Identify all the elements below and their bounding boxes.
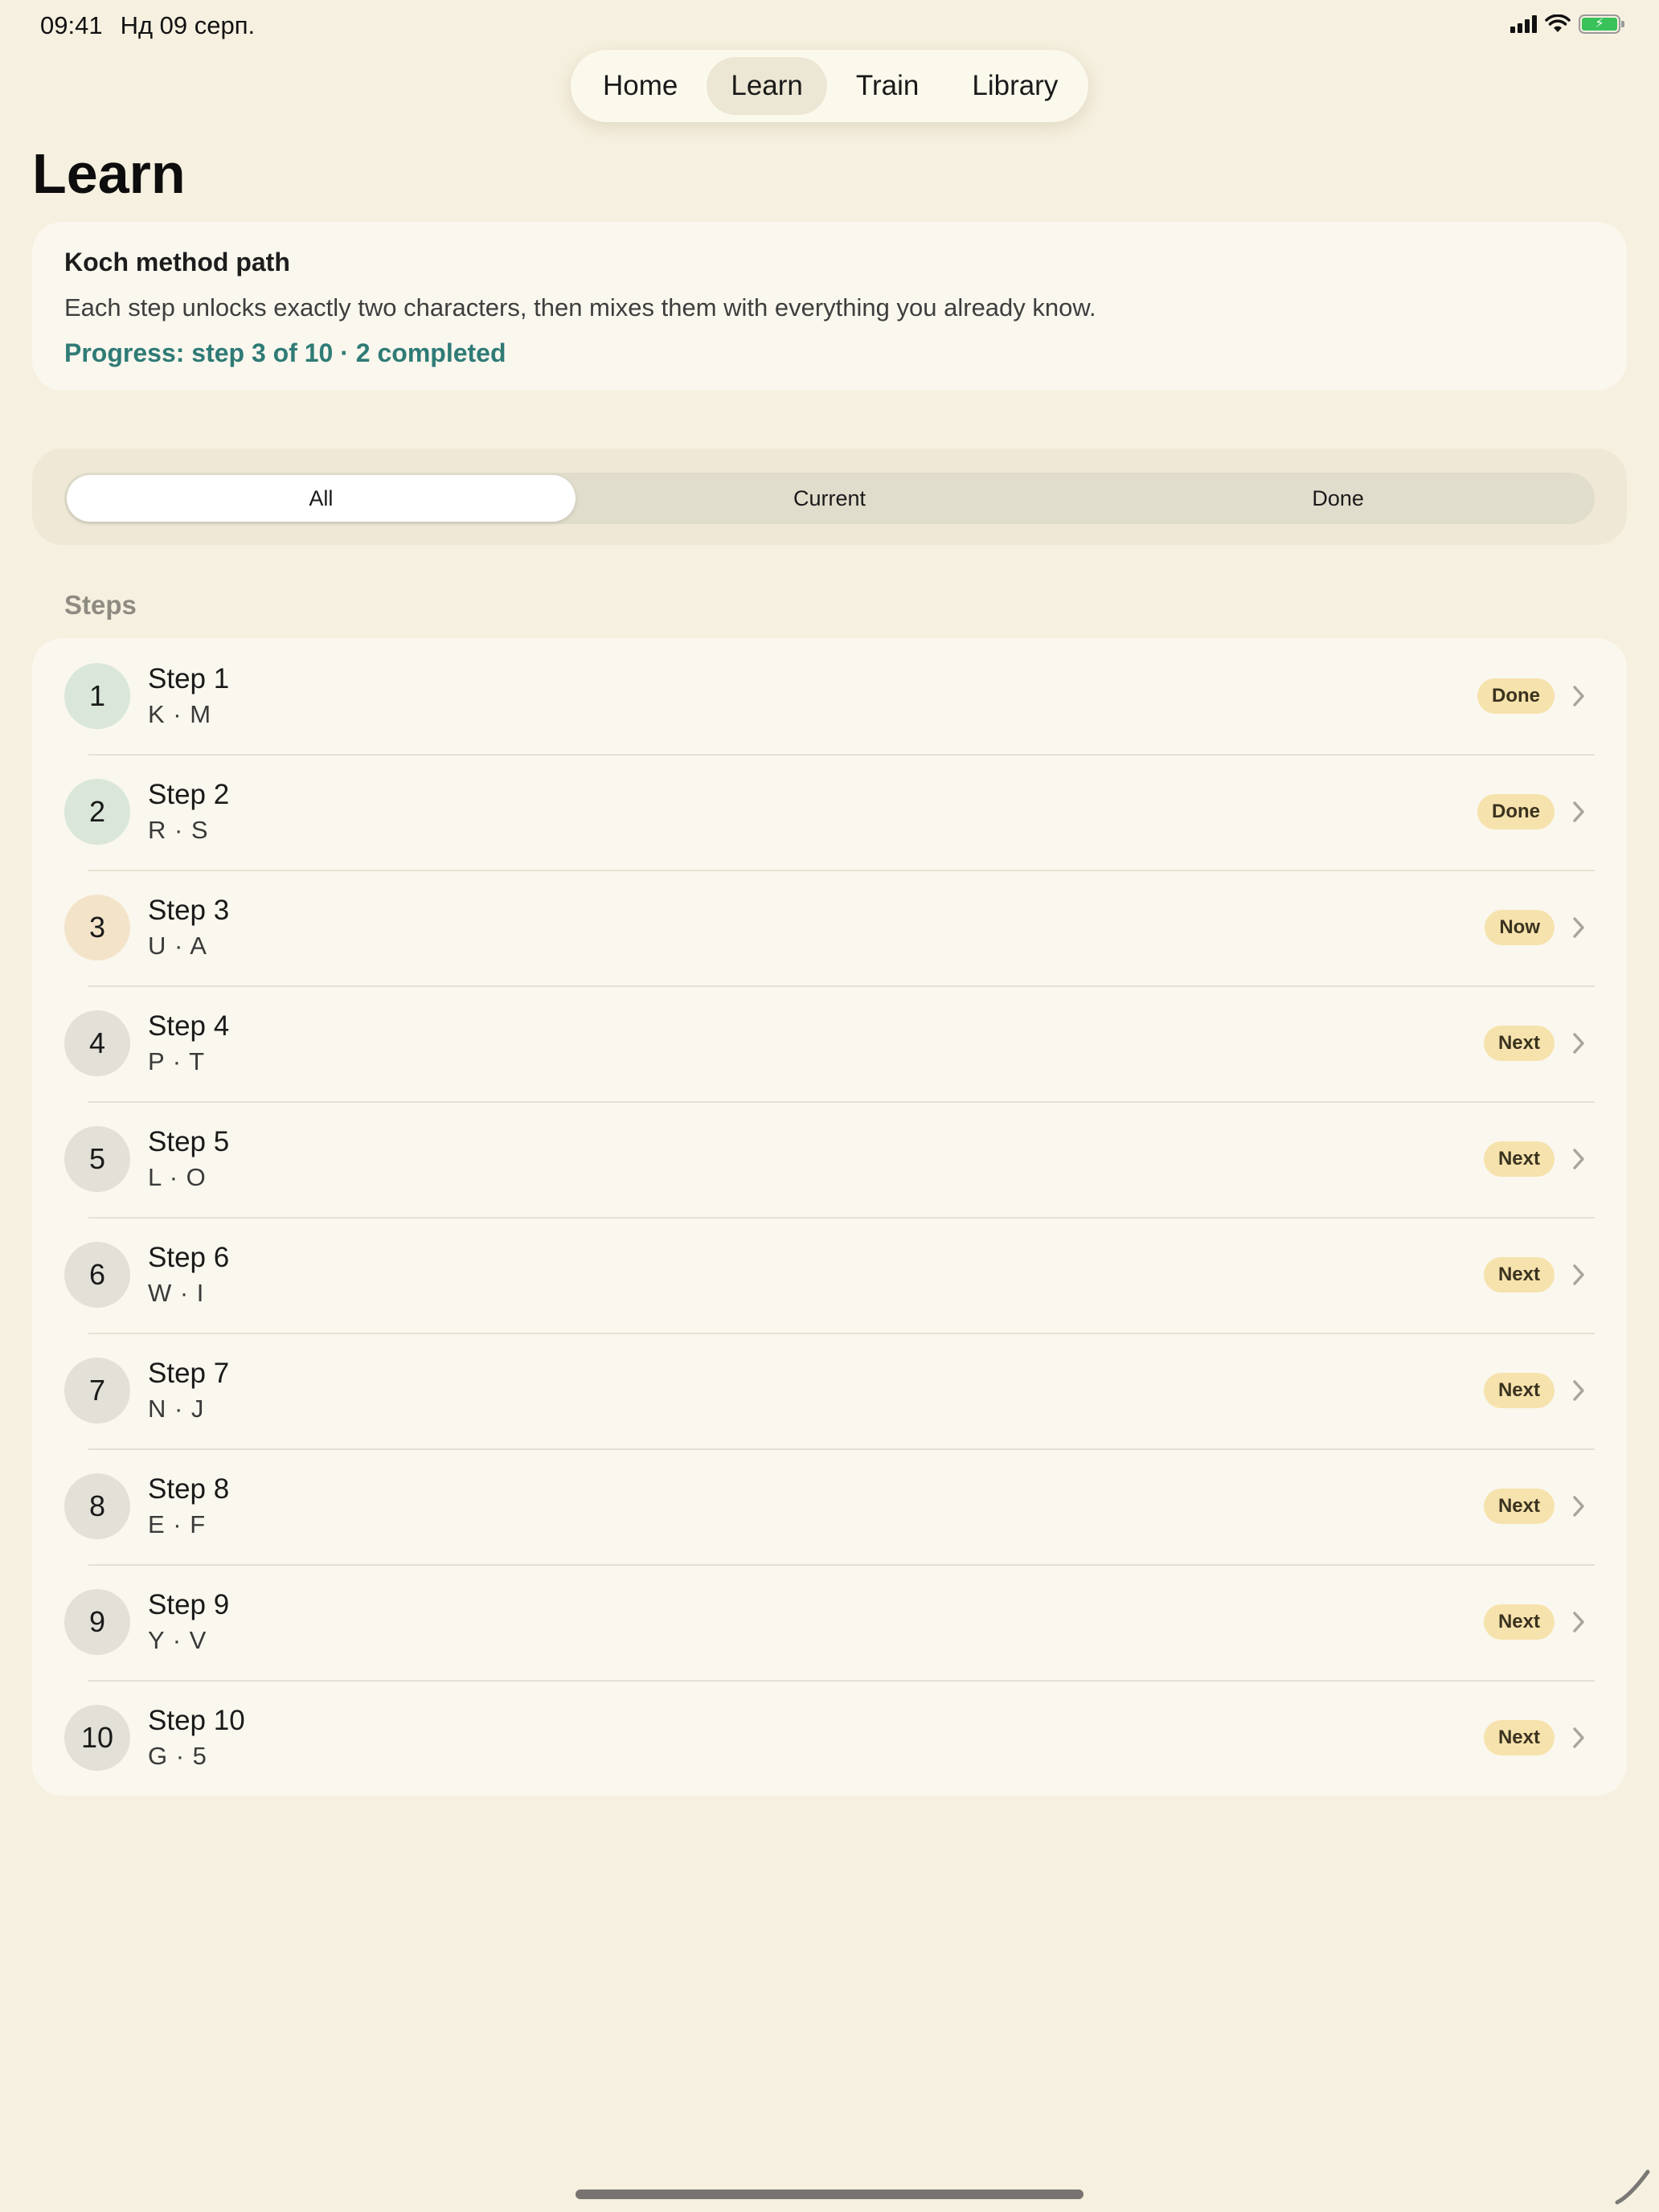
step-text: Step 9 Y · V — [148, 1589, 1484, 1655]
step-row-10[interactable]: 10 Step 10 G · 5 Next — [32, 1680, 1627, 1796]
step-characters: K · M — [148, 700, 212, 728]
chevron-right-icon — [1563, 1264, 1595, 1286]
chevron-right-icon — [1563, 1148, 1595, 1170]
step-characters: P · T — [148, 1047, 206, 1075]
step-row-3[interactable]: 3 Step 3 U · A Now — [32, 870, 1627, 985]
step-characters: L · O — [148, 1163, 207, 1191]
step-title: Step 10 — [148, 1705, 245, 1736]
filter-current[interactable]: Current — [576, 475, 1084, 522]
top-tab-bar: Home Learn Train Library — [571, 50, 1088, 122]
filter-done[interactable]: Done — [1083, 475, 1592, 522]
step-text: Step 5 L · O — [148, 1126, 1484, 1192]
step-number-badge: 6 — [64, 1242, 130, 1308]
battery-charging-icon: ⚡ — [1579, 14, 1624, 34]
step-characters: Y · V — [148, 1626, 207, 1654]
steps-list: 1 Step 1 K · M Done 2 Step 2 R · S Done … — [32, 638, 1627, 1796]
step-row-4[interactable]: 4 Step 4 P · T Next — [32, 985, 1627, 1101]
step-number-badge: 9 — [64, 1589, 130, 1655]
step-text: Step 2 R · S — [148, 779, 1477, 845]
home-indicator[interactable] — [576, 2189, 1083, 2199]
step-row-9[interactable]: 9 Step 9 Y · V Next — [32, 1564, 1627, 1680]
step-number-badge: 7 — [64, 1358, 130, 1423]
step-number-badge: 2 — [64, 779, 130, 845]
step-row-8[interactable]: 8 Step 8 E · F Next — [32, 1448, 1627, 1564]
status-date: Нд 09 серп. — [120, 11, 256, 39]
step-text: Step 8 E · F — [148, 1473, 1484, 1539]
filter-all[interactable]: All — [67, 475, 576, 522]
filter-card: All Current Done — [32, 449, 1627, 545]
step-text: Step 1 K · M — [148, 663, 1477, 729]
step-text: Step 3 U · A — [148, 895, 1485, 961]
step-number-badge: 10 — [64, 1705, 130, 1771]
status-badge: Next — [1483, 1720, 1555, 1755]
step-number-badge: 8 — [64, 1473, 130, 1539]
step-text: Step 7 N · J — [148, 1358, 1484, 1423]
pencil-corner-icon[interactable] — [1612, 2165, 1653, 2206]
step-title: Step 6 — [148, 1242, 230, 1273]
step-characters: E · F — [148, 1510, 207, 1538]
tab-library[interactable]: Library — [948, 57, 1082, 115]
chevron-right-icon — [1563, 1611, 1595, 1633]
info-description: Each step unlocks exactly two characters… — [64, 293, 1096, 322]
koch-info-card: Koch method path Each step unlocks exact… — [32, 222, 1627, 391]
step-title: Step 8 — [148, 1473, 230, 1505]
step-title: Step 9 — [148, 1589, 230, 1620]
cellular-signal-icon — [1510, 15, 1537, 33]
step-title: Step 7 — [148, 1358, 230, 1389]
status-badge: Done — [1477, 678, 1555, 714]
status-badge: Next — [1483, 1604, 1555, 1640]
page-title: Learn — [32, 142, 186, 205]
step-characters: G · 5 — [148, 1742, 207, 1770]
tab-learn[interactable]: Learn — [707, 57, 827, 115]
status-badge: Done — [1477, 794, 1555, 830]
step-characters: N · J — [148, 1395, 205, 1423]
step-text: Step 10 G · 5 — [148, 1705, 1484, 1771]
status-icons: ⚡ — [1510, 14, 1624, 34]
chevron-right-icon — [1563, 801, 1595, 823]
status-badge: Next — [1483, 1026, 1555, 1061]
status-time-date: 09:41 Нд 09 серп. — [40, 11, 255, 40]
tab-home[interactable]: Home — [579, 57, 702, 115]
status-badge: Next — [1483, 1141, 1555, 1177]
chevron-right-icon — [1563, 1032, 1595, 1055]
step-number-badge: 3 — [64, 895, 130, 961]
wifi-icon — [1545, 14, 1571, 32]
step-characters: R · S — [148, 816, 209, 844]
progress-text: Progress: step 3 of 10 · 2 completed — [64, 338, 506, 367]
learn-screen: 09:41 Нд 09 серп. ⚡ Home Learn Train Libr… — [0, 0, 1659, 2212]
tab-train[interactable]: Train — [832, 57, 943, 115]
filter-segmented-control: All Current Done — [64, 473, 1595, 524]
step-row-5[interactable]: 5 Step 5 L · O Next — [32, 1101, 1627, 1217]
status-badge: Now — [1485, 910, 1555, 945]
step-title: Step 5 — [148, 1126, 230, 1157]
chevron-right-icon — [1563, 685, 1595, 707]
step-number-badge: 1 — [64, 663, 130, 729]
step-number-badge: 5 — [64, 1126, 130, 1192]
info-title: Koch method path — [64, 248, 290, 276]
step-title: Step 1 — [148, 663, 230, 694]
status-badge: Next — [1483, 1489, 1555, 1524]
chevron-right-icon — [1563, 1379, 1595, 1402]
step-row-7[interactable]: 7 Step 7 N · J Next — [32, 1333, 1627, 1448]
step-text: Step 4 P · T — [148, 1010, 1484, 1076]
step-title: Step 3 — [148, 895, 230, 926]
step-title: Step 4 — [148, 1010, 230, 1042]
step-number-badge: 4 — [64, 1010, 130, 1076]
chevron-right-icon — [1563, 916, 1595, 939]
step-characters: W · I — [148, 1279, 205, 1307]
status-time: 09:41 — [40, 11, 103, 39]
step-row-2[interactable]: 2 Step 2 R · S Done — [32, 754, 1627, 870]
chevron-right-icon — [1563, 1495, 1595, 1518]
steps-section-label: Steps — [64, 590, 137, 620]
step-title: Step 2 — [148, 779, 230, 810]
step-text: Step 6 W · I — [148, 1242, 1484, 1308]
chevron-right-icon — [1563, 1727, 1595, 1749]
status-badge: Next — [1483, 1373, 1555, 1408]
step-row-1[interactable]: 1 Step 1 K · M Done — [32, 638, 1627, 754]
step-characters: U · A — [148, 932, 207, 960]
status-badge: Next — [1483, 1257, 1555, 1292]
step-row-6[interactable]: 6 Step 6 W · I Next — [32, 1217, 1627, 1333]
